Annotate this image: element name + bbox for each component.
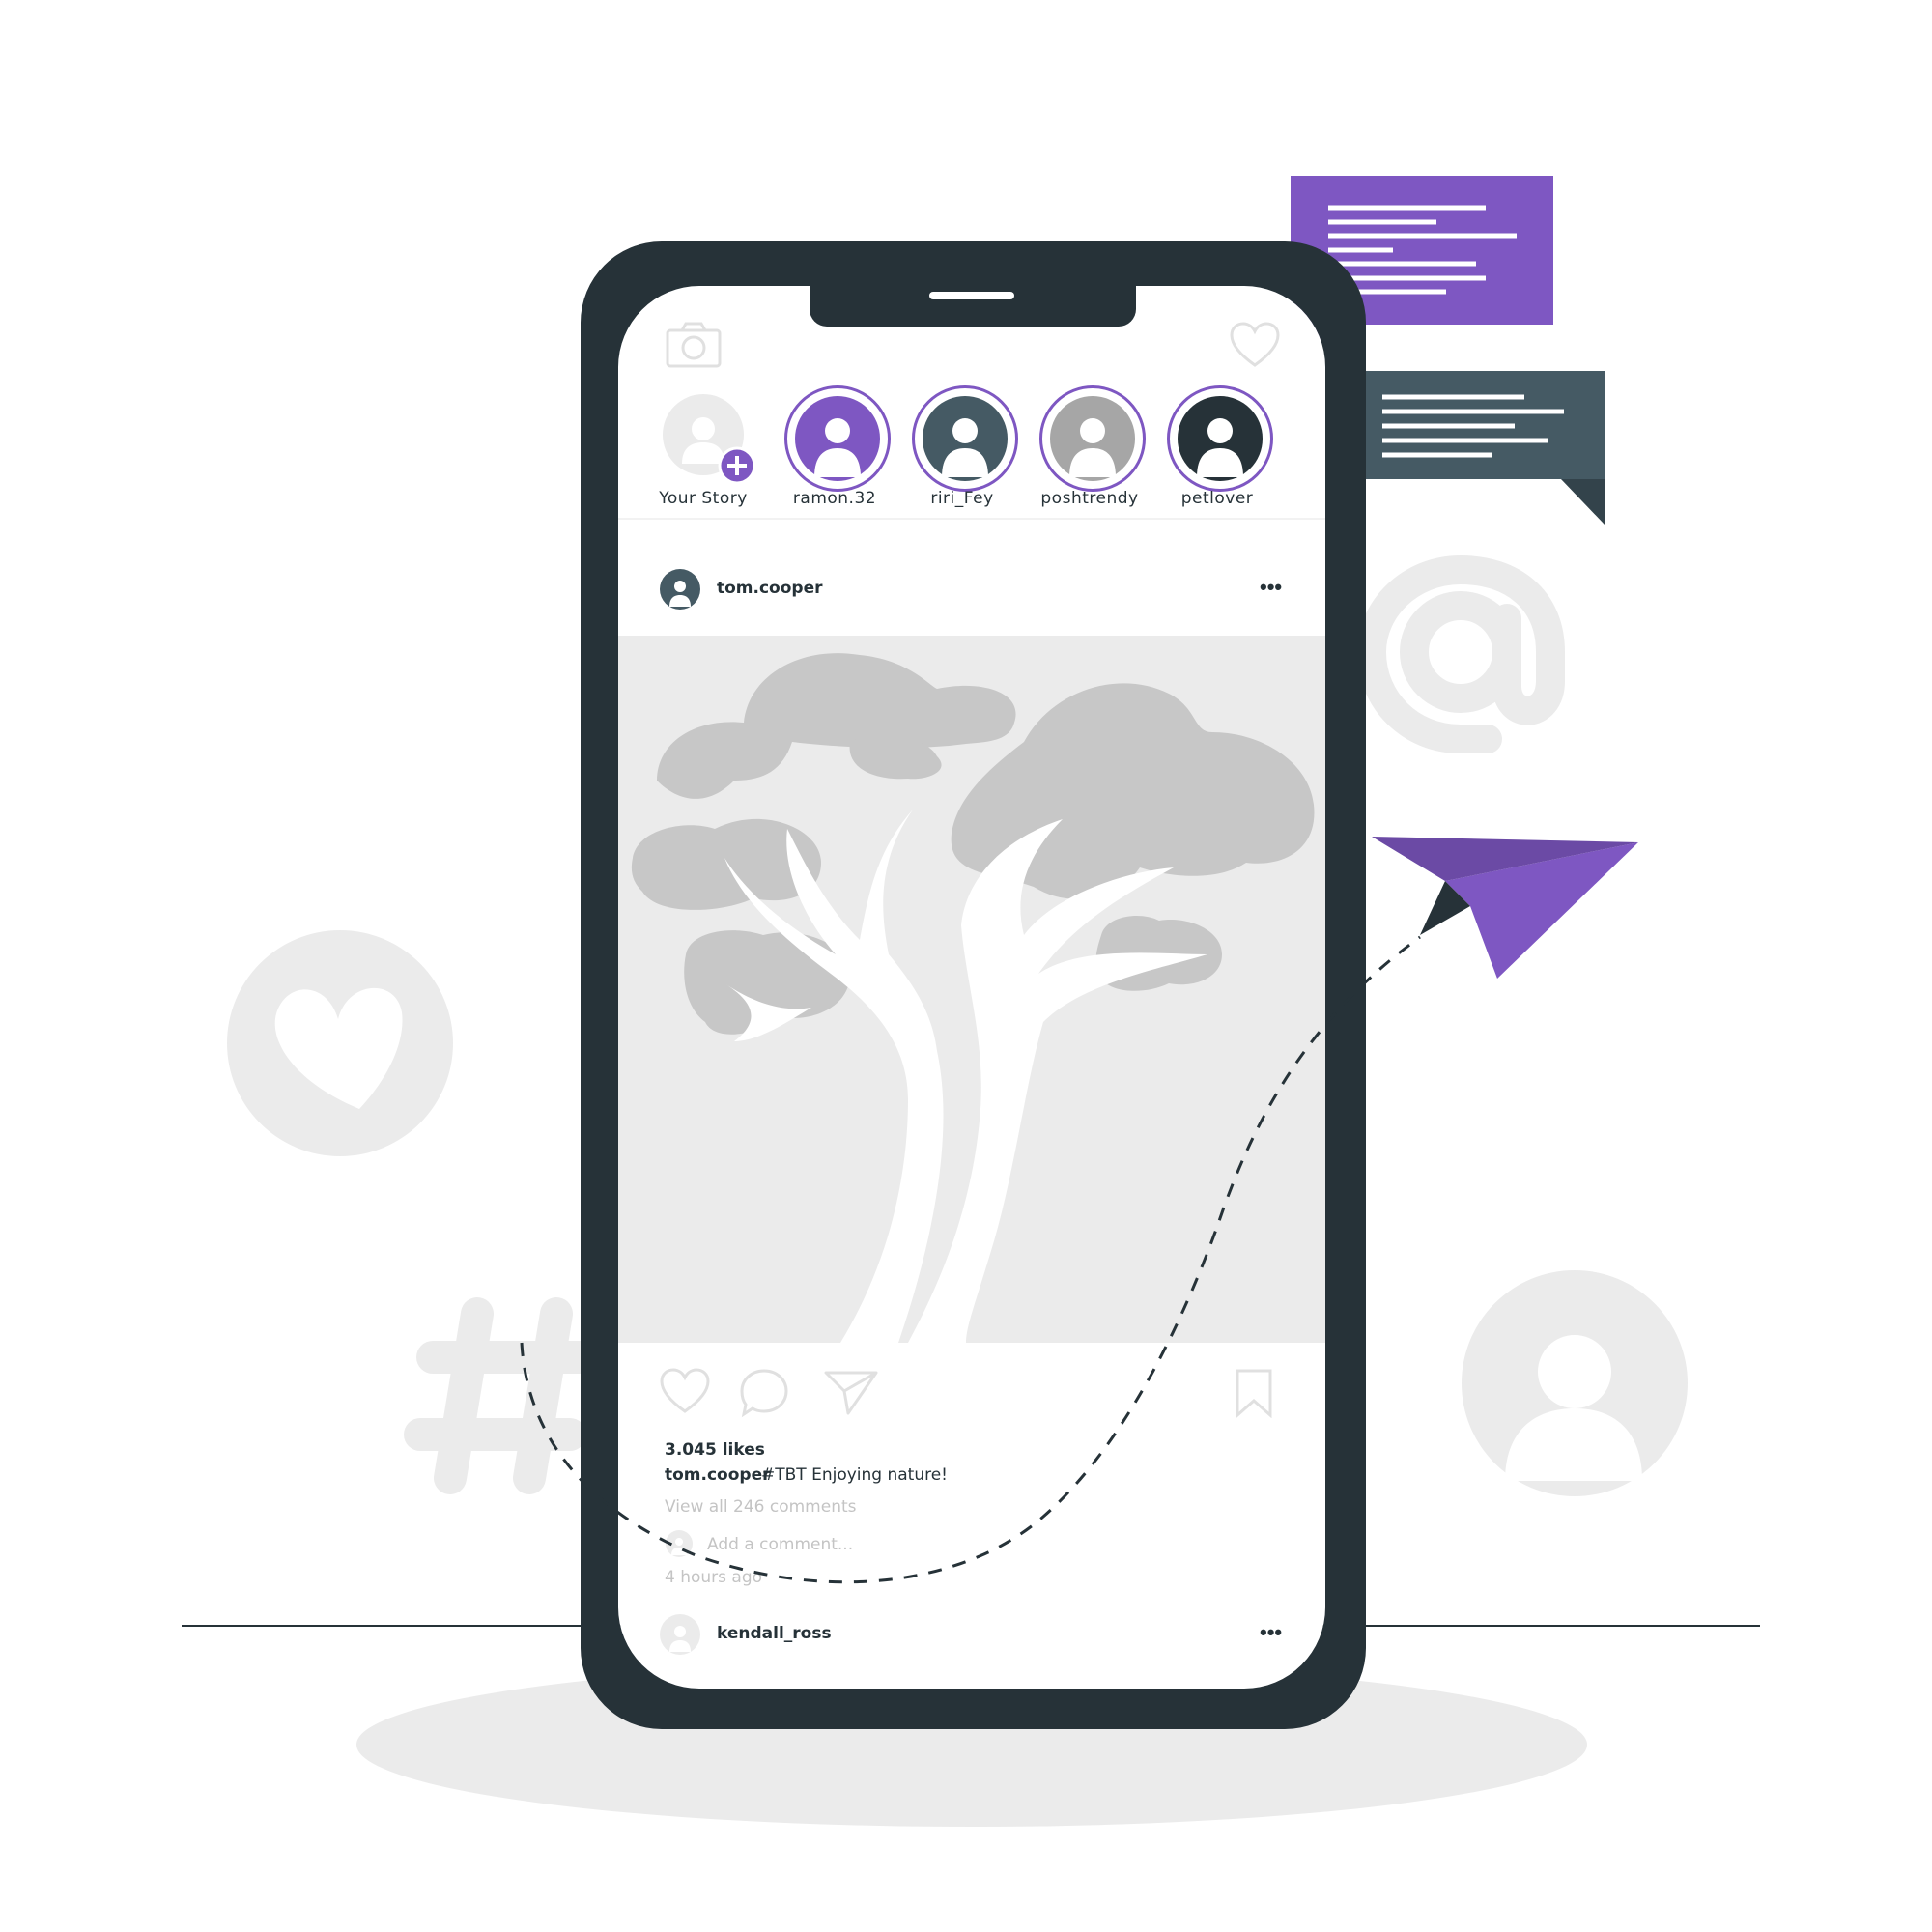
avatar[interactable]	[659, 1613, 701, 1656]
caption-username[interactable]: tom.cooper	[665, 1465, 771, 1485]
paper-plane-icon[interactable]	[823, 1370, 879, 1416]
phone-screen: Your Story ramon.32 riri_Fey poshtrendy	[618, 286, 1325, 1689]
story-label: poshtrendy	[1040, 489, 1139, 508]
heart-outline-icon[interactable]	[1229, 321, 1281, 369]
story-label: riri_Fey	[930, 489, 994, 508]
story-label: Your Story	[659, 489, 748, 508]
post-username[interactable]: tom.cooper	[717, 579, 823, 598]
hashtag-icon	[404, 1297, 596, 1494]
heart-icon	[227, 930, 453, 1156]
at-sign-icon	[1356, 554, 1565, 753]
paper-plane-icon	[1372, 837, 1638, 979]
more-options-button[interactable]: •••	[1260, 577, 1282, 598]
next-post-username[interactable]: kendall_ross	[717, 1624, 832, 1643]
comment-icon[interactable]	[738, 1368, 790, 1418]
likes-count: 3.045 likes	[665, 1440, 765, 1460]
story-label: ramon.32	[792, 489, 877, 508]
add-icon[interactable]	[718, 446, 756, 485]
camera-icon[interactable]	[665, 321, 723, 369]
add-comment-input[interactable]: Add a comment...	[707, 1535, 853, 1554]
post-image[interactable]	[618, 636, 1325, 1343]
more-options-button[interactable]: •••	[1260, 1622, 1282, 1643]
divider	[618, 518, 1325, 520]
avatar	[1039, 385, 1146, 492]
like-button[interactable]	[659, 1367, 711, 1415]
chat-bubble-purple	[1291, 176, 1553, 369]
user-icon	[1462, 1270, 1688, 1496]
avatar[interactable]	[659, 568, 701, 611]
view-comments-link[interactable]: View all 246 comments	[665, 1497, 857, 1517]
avatar	[665, 1529, 694, 1558]
post-timestamp: 4 hours ago	[665, 1568, 763, 1587]
story-label: petlover	[1180, 489, 1254, 508]
avatar	[784, 385, 891, 492]
avatar	[1167, 385, 1273, 492]
chat-bubble-slate	[1343, 371, 1605, 526]
avatar	[912, 385, 1018, 492]
bookmark-icon[interactable]	[1235, 1368, 1273, 1418]
caption-text: #TBT Enjoying nature!	[761, 1465, 948, 1485]
